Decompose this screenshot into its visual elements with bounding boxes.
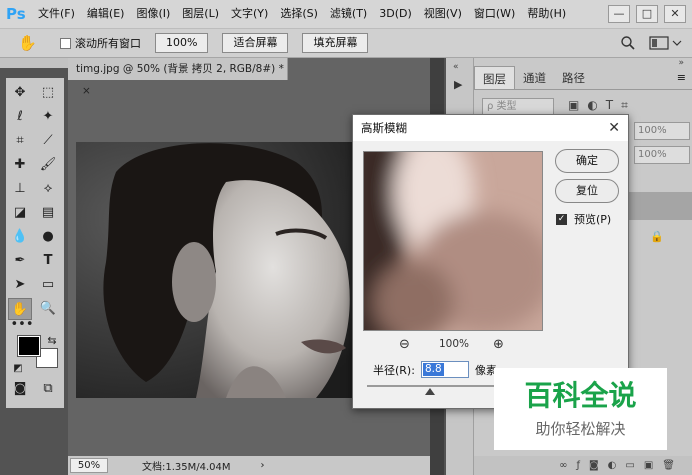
toolbar-grip[interactable] (0, 58, 70, 68)
tab-channels[interactable]: 通道 (515, 66, 554, 89)
dodge-tool-icon[interactable]: ● (36, 226, 60, 248)
gaussian-blur-dialog: 高斯模糊 ✕ 确定 复位 ✓ 预览(P) ⊖ 100% ⊕ 半径(R): 8.8… (352, 114, 629, 409)
collapse-arrows-icon[interactable]: « (453, 62, 459, 72)
status-menu-arrow[interactable]: › (261, 460, 265, 471)
blur-tool-icon[interactable]: 💧 (8, 226, 32, 248)
window-controls: — □ ✕ (608, 0, 692, 28)
quick-mask-icon[interactable]: ◙ (8, 378, 32, 400)
preview-checkbox[interactable]: ✓ (556, 213, 567, 225)
eraser-tool-icon[interactable]: ◪ (8, 202, 32, 224)
radius-label: 半径(R): (373, 363, 415, 377)
move-tool-icon[interactable]: ✥ (8, 82, 32, 104)
filter-icons[interactable]: ▣◐T⌗ (568, 98, 636, 113)
blur-preview-image (364, 152, 542, 330)
close-button[interactable]: ✕ (664, 5, 686, 23)
preview-label: 预览(P) (574, 213, 612, 226)
swap-colors-icon[interactable]: ⇆ (40, 330, 64, 352)
healing-tool-icon[interactable]: ✚ (8, 154, 32, 176)
fit-screen-button[interactable]: 适合屏幕 (222, 33, 289, 53)
options-right (620, 34, 682, 52)
watermark-title: 百科全说 (524, 379, 637, 412)
screen-mode-icon[interactable]: ⧉ (36, 378, 60, 400)
reset-button[interactable]: 复位 (555, 179, 619, 203)
layers-footer: ∞ƒ◙◐▭▣🗑 (474, 456, 692, 475)
menu-view[interactable]: 视图(V) (418, 0, 468, 28)
lasso-tool-icon[interactable]: ℓ (8, 106, 32, 128)
status-bar: 50% 文档:1.35M/4.04M › (68, 456, 430, 475)
ok-button[interactable]: 确定 (555, 149, 619, 173)
rectangle-tool-icon[interactable]: ▭ (36, 274, 60, 296)
tab-layers[interactable]: 图层 (474, 66, 515, 89)
menu-window[interactable]: 窗口(W) (468, 0, 521, 28)
dialog-title: 高斯模糊 (353, 115, 628, 141)
scroll-all-windows-label: 滚动所有窗口 (75, 37, 141, 50)
image-canvas[interactable] (76, 142, 376, 398)
eyedropper-tool-icon[interactable]: ⟋ (36, 130, 60, 152)
crop-tool-icon[interactable]: ⌗ (8, 130, 32, 152)
tools-panel: ✥ ⬚ ℓ ✦ ⌗ ⟋ ✚ 🖌 ⊥ ⟡ ◪ ▤ 💧 ● ✒ T ➤ ▭ ✋ 🔍 (6, 78, 64, 408)
menu-bar: Ps 文件(F) 编辑(E) 图像(I) 图层(L) 文字(Y) 选择(S) 滤… (0, 0, 692, 28)
menu-type[interactable]: 文字(Y) (225, 0, 274, 28)
stamp-tool-icon[interactable]: ⊥ (8, 178, 32, 200)
history-panel-icon[interactable]: ▶ (454, 78, 462, 91)
watermark-subtitle: 助你轻松解决 (535, 420, 626, 438)
fill-screen-button[interactable]: 填充屏幕 (302, 33, 369, 53)
preview-option[interactable]: ✓ 预览(P) (556, 211, 611, 227)
tab-paths[interactable]: 路径 (554, 66, 593, 89)
preview-zoom-row: ⊖ 100% ⊕ (353, 337, 553, 355)
blur-preview[interactable] (363, 151, 543, 331)
portrait-image (76, 142, 376, 398)
layer-action-icons[interactable]: ∞ƒ◙◐▭▣🗑 (559, 460, 684, 471)
minimize-button[interactable]: — (608, 5, 630, 23)
menu-select[interactable]: 选择(S) (274, 0, 324, 28)
path-select-tool-icon[interactable]: ➤ (8, 274, 32, 296)
status-doc-info: 文档:1.35M/4.04M (142, 462, 231, 473)
photoshop-logo: Ps (6, 5, 26, 23)
watermark: 百科全说 助你轻松解决 (494, 368, 667, 450)
panel-menu-icon[interactable]: ≡ (677, 66, 686, 89)
dialog-close-button[interactable]: ✕ (608, 115, 620, 141)
foreground-color-swatch[interactable] (17, 335, 41, 357)
zoom-out-icon[interactable]: ⊖ (399, 337, 410, 352)
workspace-icon[interactable] (648, 34, 682, 52)
zoom-tool-icon[interactable]: 🔍 (36, 298, 60, 320)
gradient-tool-icon[interactable]: ▤ (36, 202, 60, 224)
zoom-100-button[interactable]: 100% (155, 33, 209, 53)
close-tab-icon[interactable]: × (82, 85, 91, 97)
menu-help[interactable]: 帮助(H) (521, 0, 572, 28)
history-brush-tool-icon[interactable]: ⟡ (36, 178, 60, 200)
document-tab[interactable]: timg.jpg @ 50% (背景 拷贝 2, RGB/8#) * × (68, 58, 288, 97)
opacity-field[interactable]: 100% (634, 122, 690, 140)
hand-tool-icon[interactable]: ✋ (18, 34, 44, 52)
preview-zoom-level: 100% (439, 338, 470, 350)
radius-input[interactable]: 8.8 (420, 361, 469, 378)
scroll-all-windows-option[interactable]: 滚动所有窗口 (60, 35, 141, 51)
zoom-in-icon[interactable]: ⊕ (493, 337, 504, 352)
menu-file[interactable]: 文件(F) (32, 0, 81, 28)
radius-value: 8.8 (422, 363, 444, 376)
layer-lock-icon: 🔒 (650, 230, 664, 243)
menu-3d[interactable]: 3D(D) (373, 0, 418, 28)
more-tools-icon[interactable]: ••• (10, 314, 34, 336)
status-zoom-field[interactable]: 50% (70, 458, 108, 473)
default-colors-icon[interactable]: ◩ (6, 358, 30, 380)
fill-field[interactable]: 100% (634, 146, 690, 164)
menu-filter[interactable]: 滤镜(T) (324, 0, 373, 28)
magic-wand-tool-icon[interactable]: ✦ (36, 106, 60, 128)
menu-image[interactable]: 图像(I) (130, 0, 176, 28)
options-bar: ✋ 滚动所有窗口 100% 适合屏幕 填充屏幕 (0, 28, 692, 58)
marquee-tool-icon[interactable]: ⬚ (36, 82, 60, 104)
scroll-all-windows-checkbox[interactable] (60, 37, 71, 49)
brush-tool-icon[interactable]: 🖌 (36, 154, 60, 176)
radius-row: 半径(R): 8.8 像素 (373, 361, 497, 378)
document-tab-title: timg.jpg @ 50% (背景 拷贝 2, RGB/8#) * (76, 63, 284, 75)
menu-edit[interactable]: 编辑(E) (81, 0, 131, 28)
panel-tabs: 图层 通道 路径 ≡ (474, 66, 692, 90)
menu-layer[interactable]: 图层(L) (176, 0, 225, 28)
restore-button[interactable]: □ (636, 5, 658, 23)
radius-slider-thumb[interactable] (425, 388, 435, 395)
pen-tool-icon[interactable]: ✒ (8, 250, 32, 272)
search-icon[interactable] (620, 35, 636, 51)
type-tool-icon[interactable]: T (36, 250, 60, 272)
